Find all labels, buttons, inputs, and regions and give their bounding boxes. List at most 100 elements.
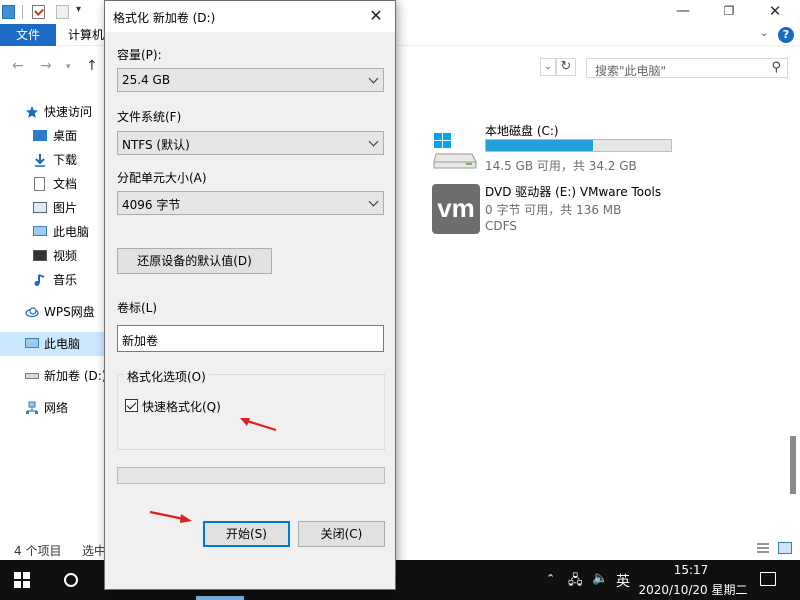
video-icon xyxy=(33,250,47,261)
document-icon xyxy=(34,177,45,191)
minimize-button[interactable]: — xyxy=(660,0,706,24)
sidebar-item-videos[interactable]: 视频 xyxy=(0,244,110,268)
sidebar-item-label: 网络 xyxy=(44,401,69,415)
music-icon xyxy=(34,274,45,286)
search-placeholder: 搜索"此电脑" xyxy=(595,64,667,78)
sidebar-item-new-volume[interactable]: 新加卷 (D:) xyxy=(0,364,110,388)
close-icon[interactable]: ✕ xyxy=(361,4,391,28)
drive-name: 本地磁盘 (C:) xyxy=(485,124,559,138)
download-icon xyxy=(35,154,45,167)
sidebar-item-downloads[interactable]: 下载 xyxy=(0,148,110,172)
sidebar-item-pictures[interactable]: 图片 xyxy=(0,196,110,220)
filesystem-label: 文件系统(F) xyxy=(117,110,182,124)
allocation-unit-value: 4096 字节 xyxy=(122,198,181,212)
maximize-button[interactable]: ❐ xyxy=(706,0,752,24)
restore-defaults-button[interactable]: 还原设备的默认值(D) xyxy=(117,248,272,274)
allocation-unit-select[interactable]: 4096 字节 xyxy=(117,191,384,215)
sidebar-item-quick-access[interactable]: 快速访问 xyxy=(0,100,110,124)
address-history-dropdown[interactable]: ⌄ xyxy=(540,58,556,76)
dialog-titlebar: 格式化 新加卷 (D:) ✕ xyxy=(105,1,395,32)
sidebar-item-label: 文档 xyxy=(53,177,78,191)
expand-ribbon-icon[interactable]: ⌄ xyxy=(760,28,768,39)
local-disk-icon xyxy=(433,133,477,169)
details-view-icon[interactable] xyxy=(756,542,770,554)
action-center-icon[interactable] xyxy=(760,572,776,586)
volume-label-input[interactable]: 新加卷 xyxy=(117,325,384,352)
drive-item-e[interactable]: vm DVD 驱动器 (E:) VMware Tools 0 字节 可用，共 1… xyxy=(432,182,732,238)
sidebar-item-label: 桌面 xyxy=(53,129,78,143)
clock-date[interactable]: 2020/10/20 星期二 xyxy=(636,581,750,598)
up-arrow-icon[interactable]: ↑ xyxy=(86,58,98,74)
vmware-tools-icon: vm xyxy=(432,184,480,234)
volume-label-label: 卷标(L) xyxy=(117,301,158,315)
sidebar-item-wps[interactable]: WPS网盘 xyxy=(0,300,110,324)
new-folder-icon[interactable] xyxy=(56,5,69,19)
network-status-icon[interactable]: 🖧 xyxy=(568,571,583,593)
refresh-icon[interactable]: ↻ xyxy=(556,58,576,76)
chevron-down-icon xyxy=(367,194,381,212)
allocation-unit-label: 分配单元大小(A) xyxy=(117,171,207,185)
help-icon[interactable]: ? xyxy=(778,27,794,43)
drive-free-space: 14.5 GB 可用，共 34.2 GB xyxy=(485,159,637,173)
sidebar-item-label: 下载 xyxy=(53,153,78,167)
sidebar-item-label: WPS网盘 xyxy=(44,305,95,319)
drive-name: DVD 驱动器 (E:) VMware Tools xyxy=(485,185,662,199)
star-icon xyxy=(26,106,38,118)
drive-usage-bar xyxy=(485,139,672,152)
sidebar-item-documents[interactable]: 文档 xyxy=(0,172,110,196)
sidebar-item-this-pc[interactable]: 此电脑 xyxy=(0,332,110,356)
clock-time[interactable]: 15:17 xyxy=(648,563,734,577)
active-task-indicator[interactable] xyxy=(196,596,244,600)
scrollbar-thumb[interactable] xyxy=(790,436,796,494)
sidebar-item-network[interactable]: 网络 xyxy=(0,396,110,420)
large-icons-view-icon[interactable] xyxy=(778,542,792,554)
drive-item-c[interactable]: 本地磁盘 (C:) 14.5 GB 可用，共 34.2 GB xyxy=(432,122,732,178)
capacity-select[interactable]: 25.4 GB xyxy=(117,68,384,92)
volume-label-value: 新加卷 xyxy=(122,334,159,348)
sidebar-item-label: 此电脑 xyxy=(44,337,81,351)
desktop-icon xyxy=(33,130,47,141)
computer-icon xyxy=(33,226,47,236)
divider xyxy=(22,5,23,19)
properties-icon[interactable] xyxy=(32,5,45,19)
capacity-value: 25.4 GB xyxy=(122,73,171,87)
drive-filesystem: CDFS xyxy=(485,219,517,233)
volume-icon[interactable]: 🔈 xyxy=(592,571,608,586)
chevron-down-icon xyxy=(367,134,381,152)
format-progress-bar xyxy=(117,467,385,484)
search-input[interactable]: 搜索"此电脑" ⚲ xyxy=(586,58,788,78)
close-window-button[interactable]: ✕ xyxy=(752,0,798,24)
filesystem-select[interactable]: NTFS (默认) xyxy=(117,131,384,155)
selection-status: 选中 xyxy=(82,544,107,558)
windows-start-icon[interactable] xyxy=(14,572,30,588)
cloud-icon xyxy=(25,307,39,318)
sidebar-item-this-pc-quick[interactable]: 此电脑 xyxy=(0,220,110,244)
annotation-arrow-icon xyxy=(240,418,277,432)
close-button[interactable]: 关闭(C) xyxy=(298,521,385,547)
quick-format-checkbox[interactable] xyxy=(125,399,138,412)
format-dialog: 格式化 新加卷 (D:) ✕ 容量(P): 25.4 GB 文件系统(F) NT… xyxy=(104,0,396,590)
recent-locations-icon[interactable]: ▾ xyxy=(66,62,71,72)
cortana-search-icon[interactable] xyxy=(64,573,78,587)
input-method-indicator[interactable]: 英 xyxy=(616,571,630,591)
forward-arrow-icon[interactable]: → xyxy=(40,58,52,74)
sidebar-item-label: 新加卷 (D:) xyxy=(44,369,107,383)
computer-icon xyxy=(25,338,39,348)
drive-icon xyxy=(25,373,39,379)
dialog-title: 格式化 新加卷 (D:) xyxy=(113,11,216,25)
explorer-app-icon xyxy=(2,5,15,19)
format-options-legend: 格式化选项(O) xyxy=(124,368,209,385)
tab-file[interactable]: 文件 xyxy=(0,24,56,46)
customize-toolbar-icon[interactable]: ▾ xyxy=(76,4,81,15)
sidebar-item-label: 此电脑 xyxy=(53,225,90,239)
search-icon: ⚲ xyxy=(771,60,781,75)
sidebar-item-desktop[interactable]: 桌面 xyxy=(0,124,110,148)
show-hidden-icons-icon[interactable]: ⌃ xyxy=(546,572,555,585)
format-options-group: 格式化选项(O) 快速格式化(Q) xyxy=(117,368,385,450)
start-button[interactable]: 开始(S) xyxy=(203,521,290,547)
sidebar-item-label: 快速访问 xyxy=(44,105,93,119)
tab-computer[interactable]: 计算机 xyxy=(68,24,104,46)
sidebar-item-music[interactable]: 音乐 xyxy=(0,268,110,292)
back-arrow-icon[interactable]: ← xyxy=(12,58,24,74)
pictures-icon xyxy=(33,202,47,213)
